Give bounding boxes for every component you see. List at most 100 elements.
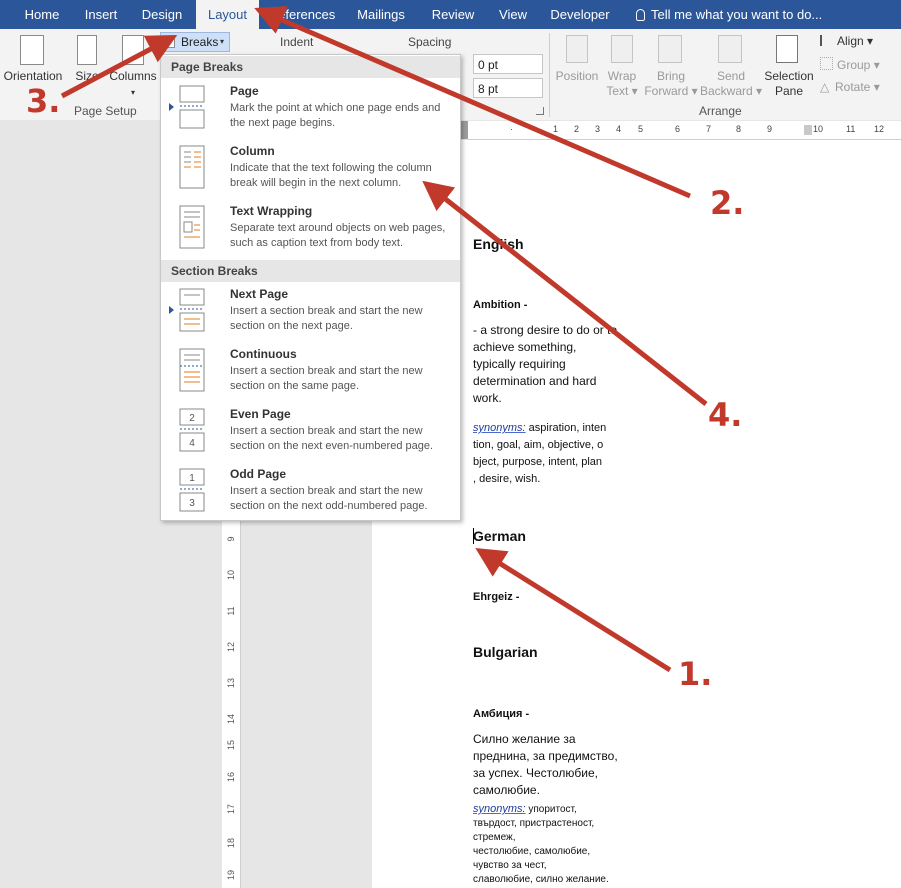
synonyms-english: synonyms: aspiration, inten tion, goal, … [473, 420, 606, 488]
ruler-tick-3: 3 [595, 124, 601, 134]
selection-pane-line2: Pane [774, 84, 804, 98]
send-backward-icon [718, 35, 742, 63]
even-page-icon: 2 4 [179, 408, 205, 452]
paragraph-dialog-launcher-icon[interactable] [536, 107, 544, 115]
section-breaks-header: Section Breaks [161, 260, 460, 282]
menu-item-title: Text Wrapping [230, 204, 313, 218]
text-cursor [473, 528, 474, 544]
ambition-label: Ambition - [473, 299, 528, 311]
breaks-icon [164, 36, 175, 48]
menu-item-continuous[interactable]: Continuous Insert a section break and st… [161, 346, 460, 404]
bulgarian-def-line: самолюбие. [473, 783, 540, 797]
ambition-def-line: typically requiring [473, 357, 566, 371]
heading-english: English [473, 236, 524, 252]
menu-item-title: Next Page [230, 287, 289, 301]
align-icon [820, 35, 833, 46]
tell-me-box[interactable]: Tell me what you want to do... [636, 0, 822, 29]
vruler-10: 10 [226, 570, 236, 581]
odd-page-icon: 1 3 [179, 468, 205, 512]
synonym-bg-line: чувство за чест, [473, 860, 547, 871]
rotate-icon: △ [820, 80, 830, 94]
menu-item-page-break[interactable]: Page Mark the point at which one page en… [161, 83, 460, 141]
menu-item-next-page[interactable]: Next Page Insert a section break and sta… [161, 286, 460, 344]
group-separator [549, 33, 550, 117]
horizontal-ruler[interactable]: · 1 2 3 4 5 6 7 8 9 10 11 12 [468, 121, 901, 140]
group-button[interactable]: Group ▾ [820, 57, 886, 73]
columns-button[interactable]: Columns [106, 69, 160, 84]
group-label: Group [837, 58, 871, 72]
tab-view[interactable]: View [490, 0, 536, 29]
ruler-column-marker[interactable] [804, 125, 812, 135]
columns-icon [122, 35, 144, 65]
align-button[interactable]: Align ▾ [820, 34, 880, 49]
synonym-line: aspiration, inten [525, 422, 607, 434]
columns-chevron-icon: ▾ [130, 88, 135, 97]
ruler-tick-8: 8 [736, 124, 742, 134]
menu-item-desc: Insert a section break and start the new… [230, 425, 434, 452]
menu-item-text-wrapping[interactable]: Text Wrapping Separate text around objec… [161, 203, 460, 261]
menu-item-odd-page[interactable]: 1 3 Odd Page Insert a section break and … [161, 466, 460, 524]
wrap-text-icon [611, 35, 633, 63]
size-button[interactable]: Size [72, 69, 102, 84]
selection-pane-icon [776, 35, 798, 63]
continuous-icon [179, 348, 205, 392]
menu-item-desc: Mark the point at which one page ends an… [230, 102, 441, 129]
indent-label: Indent [280, 35, 314, 49]
bulgarian-def-line: за успех. Честолюбие, [473, 766, 598, 780]
ruler-tick-1: 1 [553, 124, 559, 134]
menu-item-column-break[interactable]: Column Indicate that the text following … [161, 143, 460, 201]
next-page-icon [179, 288, 205, 332]
menu-item-even-page[interactable]: 2 4 Even Page Insert a section break and… [161, 406, 460, 464]
vruler-11: 11 [226, 606, 236, 616]
tab-home[interactable]: Home [14, 0, 70, 29]
tab-mailings[interactable]: Mailings [346, 0, 416, 29]
bring-forward-button[interactable]: Bring Forward ▾ [642, 69, 700, 99]
wrap-text-button[interactable]: Wrap Text ▾ [602, 69, 642, 99]
send-backward-button[interactable]: Send Backward ▾ [698, 69, 764, 99]
annotation-1: 1. [678, 655, 713, 693]
ruler-tick-12: 12 [874, 124, 885, 134]
tab-references[interactable]: References [262, 0, 342, 29]
ruler-tick-6: 6 [675, 124, 681, 134]
ambition-def-line: determination and hard [473, 374, 597, 388]
selection-pane-button[interactable]: Selection Pane [762, 69, 816, 99]
ribbon-tab-bar: Home Insert Design Layout References Mai… [0, 0, 901, 29]
size-icon [77, 35, 97, 65]
bulgarian-definition: Силно желание за преднина, за предимство… [473, 731, 618, 799]
ruler-tick-9: 9 [767, 124, 773, 134]
tab-review[interactable]: Review [424, 0, 482, 29]
ruler-tick-10: 10 [813, 124, 824, 134]
lightbulb-icon [636, 9, 645, 21]
ruler-tick-5: 5 [638, 124, 644, 134]
page-break-icon [179, 85, 205, 129]
synonym-bg-line: честолюбие, самолюбие, [473, 846, 591, 857]
vruler-16: 16 [226, 772, 236, 783]
align-label: Align [837, 34, 864, 48]
synonyms-bulgarian: synonyms: упоритост, твърдост, пристраст… [473, 802, 609, 887]
selected-marker-icon [169, 103, 174, 111]
heading-bulgarian: Bulgarian [473, 644, 538, 660]
tab-layout[interactable]: Layout [196, 0, 259, 29]
spacing-after-input[interactable]: 8 pt [473, 78, 543, 98]
svg-text:1: 1 [189, 473, 195, 484]
tab-design[interactable]: Design [134, 0, 190, 29]
tell-me-text: Tell me what you want to do... [651, 7, 823, 22]
rotate-label: Rotate [835, 80, 871, 94]
arrange-group-label: Arrange [699, 104, 742, 118]
synonyms-label: synonyms: [473, 422, 526, 434]
position-button[interactable]: Position [552, 69, 602, 84]
menu-item-desc: Indicate that the text following the col… [230, 162, 432, 189]
send-backward-line1: Send [716, 69, 746, 83]
ambition-definition: - a strong desire to do or to achieve so… [473, 322, 617, 407]
tab-insert[interactable]: Insert [72, 0, 130, 29]
rotate-button[interactable]: △ Rotate ▾ [820, 80, 886, 95]
synonym-line: tion, goal, aim, objective, o [473, 439, 604, 451]
bulgarian-word: Амбиция - [473, 708, 530, 720]
menu-item-title: Even Page [230, 407, 291, 421]
page-breaks-header: Page Breaks [161, 56, 460, 78]
tab-developer[interactable]: Developer [544, 0, 616, 29]
menu-item-desc: Insert a section break and start the new… [230, 365, 423, 392]
breaks-button[interactable]: Breaks ▾ [160, 32, 230, 52]
spacing-before-input[interactable]: 0 pt [473, 54, 543, 74]
group-icon [820, 57, 833, 70]
